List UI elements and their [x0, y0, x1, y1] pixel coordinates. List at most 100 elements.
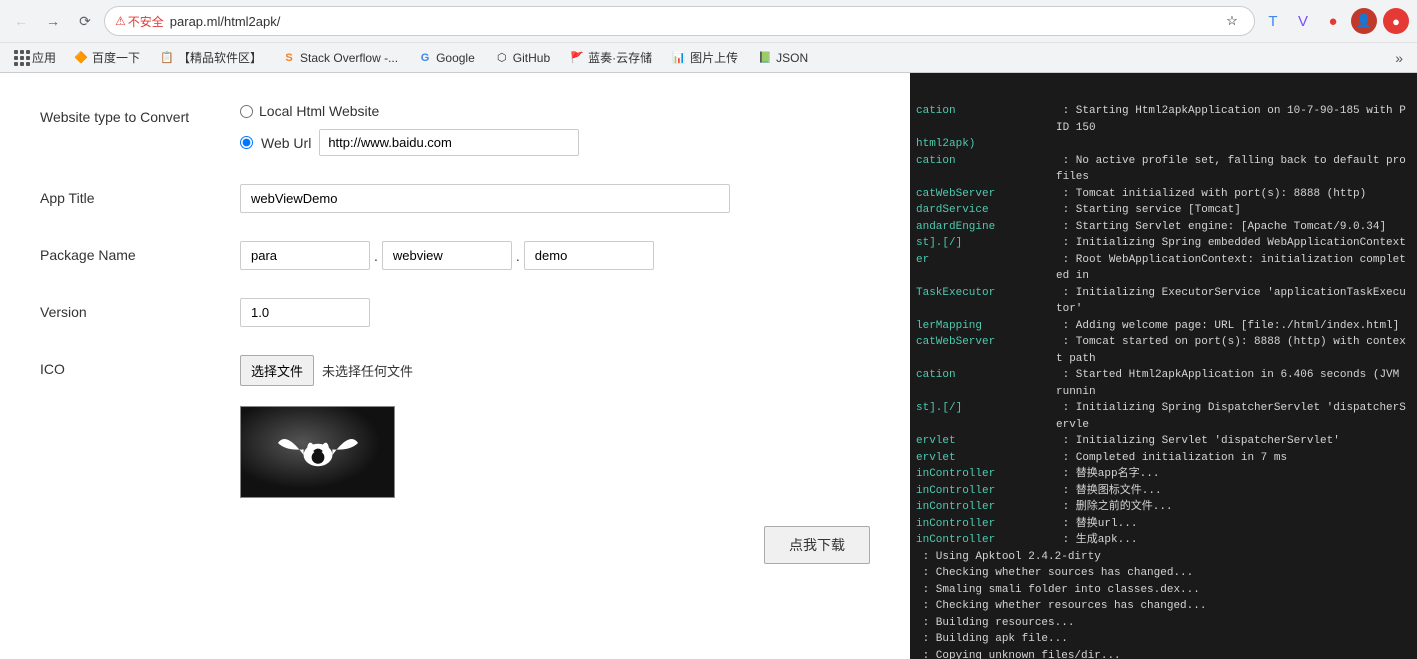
bookmark-google[interactable]: G Google — [410, 48, 483, 68]
google-icon: G — [418, 51, 432, 65]
json-icon: 📗 — [758, 51, 772, 65]
web-url-input[interactable] — [319, 129, 579, 156]
download-row: 点我下载 — [40, 526, 870, 564]
terminal-value: : Starting Html2apkApplication on 10-7-9… — [1056, 103, 1411, 136]
terminal-value: : Completed initialization in 7 ms — [1056, 450, 1287, 467]
terminal-value: : Initializing Spring embedded WebApplic… — [1056, 235, 1406, 252]
terminal-key: dardService — [916, 202, 1056, 219]
web-url-label[interactable]: Web Url — [261, 135, 311, 151]
local-html-option: Local Html Website — [240, 103, 870, 119]
terminal-line: inController : 删除之前的文件... — [916, 499, 1411, 516]
package-part1-input[interactable] — [240, 241, 370, 270]
extension-icon[interactable]: ● — [1383, 8, 1409, 34]
local-html-radio[interactable] — [240, 105, 253, 118]
package-name-label: Package Name — [40, 241, 240, 263]
terminal-line: : Copying unknown files/dir... — [916, 648, 1411, 659]
dot-separator-2: . — [512, 248, 524, 264]
dot-separator-1: . — [370, 248, 382, 264]
terminal-line: inController : 替换app名字... — [916, 466, 1411, 483]
package-inputs: . . — [240, 241, 870, 270]
bookmark-lanzou[interactable]: 🚩 蓝奏·云存储 — [562, 46, 660, 69]
terminal-value: : Initializing Spring DispatcherServlet … — [1056, 400, 1411, 433]
terminal-value: : 替换app名字... — [1056, 466, 1159, 483]
version-row: Version — [40, 298, 870, 327]
terminal-value: : 生成apk... — [1056, 532, 1137, 549]
web-panel: Website type to Convert Local Html Websi… — [0, 73, 910, 659]
version-label: Version — [40, 298, 240, 320]
terminal-line: : Smaling smali folder into classes.dex.… — [916, 582, 1411, 599]
version-controls — [240, 298, 870, 327]
terminal-key: catWebServer — [916, 186, 1056, 203]
security-warning: ⚠ 不安全 — [115, 13, 164, 30]
star-icon[interactable]: ☆ — [1220, 9, 1244, 33]
terminal-value: : Building resources... — [916, 615, 1074, 632]
vpn-icon[interactable]: V — [1291, 9, 1315, 33]
bookmark-stackoverflow[interactable]: S Stack Overflow -... — [274, 48, 406, 68]
bookmark-baidu-label: 百度一下 — [92, 49, 140, 66]
app-title-row: App Title — [40, 184, 870, 213]
website-type-row: Website type to Convert Local Html Websi… — [40, 103, 870, 156]
bookmark-github-label: GitHub — [513, 51, 550, 65]
file-no-chosen-text: 未选择任何文件 — [322, 361, 413, 380]
package-part2-input[interactable] — [382, 241, 512, 270]
terminal-panel: cation : Starting Html2apkApplication on… — [910, 73, 1417, 659]
terminal-value: : Building apk file... — [916, 631, 1068, 648]
package-part3-input[interactable] — [524, 241, 654, 270]
bookmark-lanzou-label: 蓝奏·云存储 — [588, 49, 652, 66]
terminal-value: : Tomcat initialized with port(s): 8888 … — [1056, 186, 1366, 203]
bookmark-json[interactable]: 📗 JSON — [750, 48, 816, 68]
forward-button[interactable]: → — [40, 8, 66, 34]
terminal-key: cation — [916, 367, 1056, 400]
terminal-key: cation — [916, 153, 1056, 186]
terminal-line: ervlet : Completed initialization in 7 m… — [916, 450, 1411, 467]
website-type-label: Website type to Convert — [40, 103, 240, 125]
website-type-controls: Local Html Website Web Url — [240, 103, 870, 156]
address-bar[interactable]: ⚠ 不安全 parap.ml/html2apk/ ☆ — [104, 6, 1255, 36]
version-input[interactable] — [240, 298, 370, 327]
terminal-key: andardEngine — [916, 219, 1056, 236]
reload-button[interactable]: ⟳ — [72, 8, 98, 34]
terminal-line: andardEngine : Starting Servlet engine: … — [916, 219, 1411, 236]
app-title-label: App Title — [40, 184, 240, 206]
profile-avatar[interactable]: 👤 — [1351, 8, 1377, 34]
terminal-line: : Checking whether sources has changed..… — [916, 565, 1411, 582]
choose-file-button[interactable]: 选择文件 — [240, 355, 314, 386]
app-title-input[interactable] — [240, 184, 730, 213]
more-bookmarks-button[interactable]: » — [1389, 47, 1409, 69]
ico-row: ICO 选择文件 未选择任何文件 — [40, 355, 870, 498]
terminal-line: cation : Started Html2apkApplication in … — [916, 367, 1411, 400]
terminal-key: st].[/] — [916, 400, 1056, 433]
back-button[interactable]: ← — [8, 8, 34, 34]
terminal-value: : Adding welcome page: URL [file:./html/… — [1056, 318, 1399, 335]
download-button[interactable]: 点我下载 — [764, 526, 870, 564]
fire-icon[interactable]: ● — [1321, 9, 1345, 33]
bookmark-github[interactable]: ⬡ GitHub — [487, 48, 558, 68]
translate-icon[interactable]: T — [1261, 9, 1285, 33]
terminal-key: ervlet — [916, 450, 1056, 467]
terminal-value: : No active profile set, falling back to… — [1056, 153, 1411, 186]
terminal-line: lerMapping : Adding welcome page: URL [f… — [916, 318, 1411, 335]
bookmark-image[interactable]: 📊 图片上传 — [664, 46, 746, 69]
apps-button[interactable]: 应用 — [8, 46, 62, 69]
bookmark-baidu[interactable]: 🔶 百度一下 — [66, 46, 148, 69]
bookmark-software[interactable]: 📋 【精品软件区】 — [152, 46, 270, 69]
web-url-option: Web Url — [240, 129, 870, 156]
terminal-value: : Started Html2apkApplication in 6.406 s… — [1056, 367, 1411, 400]
terminal-value: : 删除之前的文件... — [1056, 499, 1173, 516]
terminal-line: : Building apk file... — [916, 631, 1411, 648]
terminal-key: inController — [916, 466, 1056, 483]
terminal-line: inController : 替换url... — [916, 516, 1411, 533]
file-input-row: 选择文件 未选择任何文件 — [240, 355, 870, 386]
terminal-value: : 替换图标文件... — [1056, 483, 1162, 500]
terminal-key: inController — [916, 499, 1056, 516]
terminal-key: cation — [916, 103, 1056, 136]
terminal-line: catWebServer : Tomcat started on port(s)… — [916, 334, 1411, 367]
terminal-line: TaskExecutor : Initializing ExecutorServ… — [916, 285, 1411, 318]
local-html-label[interactable]: Local Html Website — [259, 103, 379, 119]
terminal-key: inController — [916, 532, 1056, 549]
terminal-value: : Checking whether sources has changed..… — [916, 565, 1193, 582]
terminal-key: html2apk) — [916, 136, 1056, 153]
web-url-radio[interactable] — [240, 136, 253, 149]
terminal-line: st].[/] : Initializing Spring Dispatcher… — [916, 400, 1411, 433]
terminal-line: inController : 生成apk... — [916, 532, 1411, 549]
